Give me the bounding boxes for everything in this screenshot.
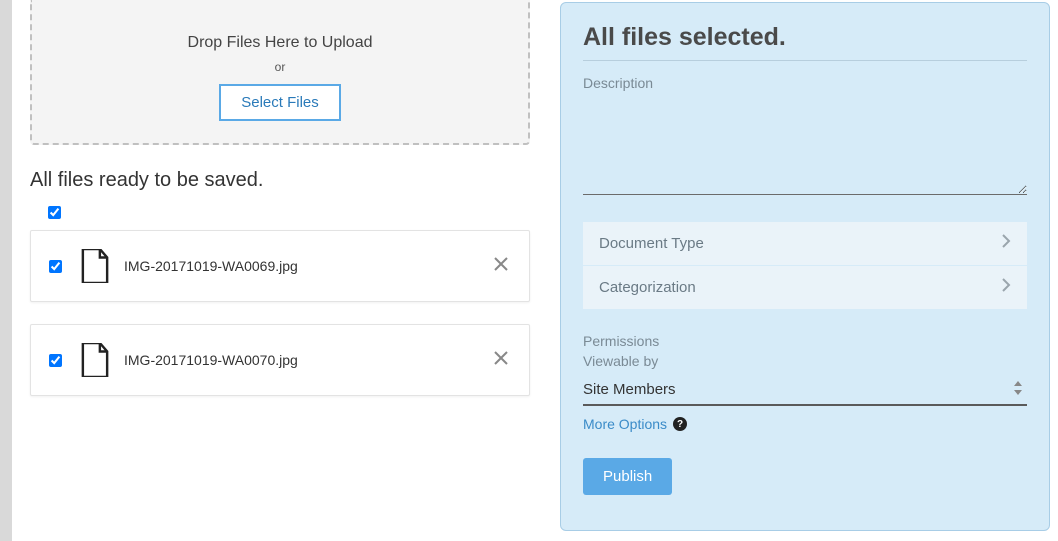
viewable-by-label: Viewable by	[583, 353, 1027, 369]
metadata-panel: All files selected. Description Document…	[560, 2, 1050, 531]
select-files-button[interactable]: Select Files	[219, 84, 341, 121]
dropzone-or-label: or	[52, 60, 508, 74]
file-checkbox[interactable]	[49, 260, 62, 273]
file-name: IMG-20171019-WA0070.jpg	[124, 352, 491, 368]
remove-file-button[interactable]	[491, 256, 511, 276]
permissions-heading: Permissions	[583, 333, 1027, 349]
more-options-row: More Options ?	[583, 416, 687, 432]
publish-button[interactable]: Publish	[583, 458, 672, 495]
description-label: Description	[583, 75, 1027, 91]
upload-column: Drop Files Here to Upload or Select File…	[12, 0, 550, 541]
accordion-group: Document Type Categorization	[583, 222, 1027, 309]
dropzone-heading: Drop Files Here to Upload	[52, 34, 508, 52]
file-icon	[80, 343, 110, 377]
file-card: IMG-20171019-WA0069.jpg	[30, 230, 530, 302]
left-gutter	[0, 0, 12, 541]
chevron-right-icon	[1001, 277, 1011, 298]
file-icon	[80, 249, 110, 283]
file-list: IMG-20171019-WA0069.jpg IMG-20171019-WA0…	[30, 230, 530, 396]
chevron-right-icon	[1001, 233, 1011, 254]
description-textarea[interactable]	[583, 95, 1027, 195]
file-name: IMG-20171019-WA0069.jpg	[124, 258, 491, 274]
close-icon	[493, 256, 509, 272]
close-icon	[493, 350, 509, 366]
file-checkbox[interactable]	[49, 354, 62, 367]
viewable-by-select[interactable]: Site Members	[583, 375, 1027, 406]
permissions-section: Permissions Viewable by Site Members Mor…	[583, 333, 1027, 432]
more-options-link[interactable]: More Options	[583, 416, 667, 432]
ready-heading: All files ready to be saved.	[30, 169, 530, 192]
select-all-checkbox[interactable]	[48, 206, 61, 219]
accordion-document-type[interactable]: Document Type	[583, 222, 1027, 266]
accordion-categorization[interactable]: Categorization	[583, 266, 1027, 309]
dropzone[interactable]: Drop Files Here to Upload or Select File…	[30, 0, 530, 145]
accordion-label: Document Type	[599, 235, 704, 252]
panel-title: All files selected.	[583, 23, 1027, 61]
help-icon[interactable]: ?	[673, 417, 687, 431]
file-card: IMG-20171019-WA0070.jpg	[30, 324, 530, 396]
remove-file-button[interactable]	[491, 350, 511, 370]
accordion-label: Categorization	[599, 279, 696, 296]
